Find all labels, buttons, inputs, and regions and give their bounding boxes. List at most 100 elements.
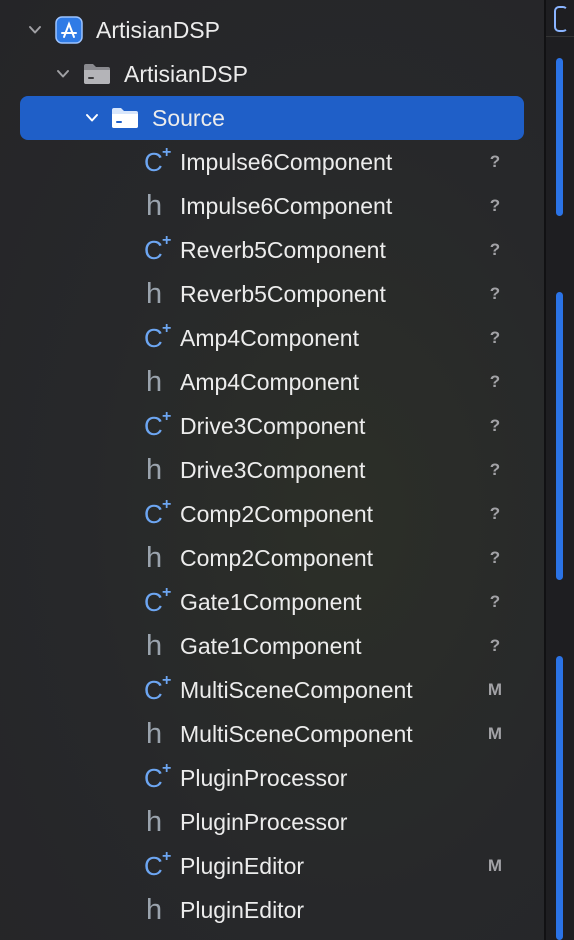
editor-tab-stub[interactable] <box>546 0 574 37</box>
cpp-file-icon: C + <box>144 756 174 800</box>
cpp-glyph: C <box>144 147 163 177</box>
cpp-file-icon: C + <box>144 844 174 888</box>
header-file-icon: h <box>146 894 163 926</box>
cpp-glyph: C <box>144 587 163 617</box>
source-control-status-badge: ? <box>489 416 501 435</box>
cpp-plus-glyph: + <box>162 232 172 249</box>
file-row[interactable]: C + PluginEditor M <box>0 844 544 888</box>
xcode-project-icon <box>55 16 83 44</box>
file-row[interactable]: C + Amp4Component? <box>0 316 544 360</box>
header-file-icon: h <box>146 190 163 222</box>
source-control-status-badge: ? <box>489 196 501 215</box>
file-row[interactable]: C + Impulse6Component? <box>0 140 544 184</box>
cpp-file-icon: C + <box>144 404 174 448</box>
source-control-status-badge: ? <box>489 152 501 171</box>
chevron-down-icon[interactable] <box>84 110 100 126</box>
file-row[interactable]: C + Reverb5Component? <box>0 228 544 272</box>
cpp-glyph: C <box>144 499 163 529</box>
file-name: MultiSceneComponent <box>180 677 413 703</box>
file-name: Reverb5Component <box>180 237 386 263</box>
minimap-change-bar[interactable] <box>556 292 563 580</box>
file-name: PluginProcessor <box>180 809 348 835</box>
file-row[interactable]: h Amp4Component? <box>0 360 544 404</box>
source-control-status-badge: ? <box>489 240 501 259</box>
cpp-file-icon: C + <box>144 140 174 184</box>
file-name: Impulse6Component <box>180 149 393 175</box>
tree-row-source[interactable]: Source <box>0 96 544 140</box>
file-name: PluginProcessor <box>180 765 348 791</box>
header-file-icon: h <box>146 542 163 574</box>
chevron-down-icon[interactable] <box>27 22 43 38</box>
cpp-plus-glyph: + <box>162 584 172 601</box>
file-row[interactable]: h Drive3Component? <box>0 448 544 492</box>
file-row[interactable]: C + Gate1Component? <box>0 580 544 624</box>
cpp-file-icon: C + <box>144 492 174 536</box>
cpp-glyph: C <box>144 411 163 441</box>
cpp-plus-glyph: + <box>162 320 172 337</box>
cpp-plus-glyph: + <box>162 848 172 865</box>
file-row[interactable]: h PluginEditor <box>0 888 544 932</box>
editor-pane-edge <box>546 0 574 940</box>
file-row[interactable]: h Impulse6Component? <box>0 184 544 228</box>
cpp-file-icon: C + <box>144 316 174 360</box>
file-row[interactable]: h Reverb5Component? <box>0 272 544 316</box>
minimap-change-bar[interactable] <box>556 58 563 216</box>
file-row[interactable]: h PluginProcessor <box>0 800 544 844</box>
cpp-plus-glyph: + <box>162 408 172 425</box>
cpp-glyph: C <box>144 235 163 265</box>
file-name: PluginEditor <box>180 897 305 923</box>
file-name: Gate1Component <box>180 633 362 659</box>
source-control-status-badge: ? <box>489 504 501 523</box>
file-name: Drive3Component <box>180 457 366 483</box>
header-file-icon: h <box>146 366 163 398</box>
file-name: Gate1Component <box>180 589 362 615</box>
cpp-plus-glyph: + <box>162 144 172 161</box>
group-label: ArtisianDSP <box>124 61 248 87</box>
file-row[interactable]: C + PluginProcessor <box>0 756 544 800</box>
cpp-plus-glyph: + <box>162 496 172 513</box>
header-file-icon: h <box>146 718 163 750</box>
file-row[interactable]: h MultiSceneComponent M <box>0 712 544 756</box>
source-control-status-badge: M <box>487 724 503 743</box>
cpp-plus-glyph: + <box>162 672 172 689</box>
cpp-glyph: C <box>144 851 163 881</box>
source-control-status-badge: M <box>487 856 503 875</box>
source-control-status-badge: ? <box>489 592 501 611</box>
tree-row-project[interactable]: ArtisianDSP <box>0 8 544 52</box>
minimap-change-bar[interactable] <box>556 656 563 940</box>
file-name: Drive3Component <box>180 413 366 439</box>
tab-edge-icon <box>554 6 568 32</box>
file-name: Amp4Component <box>180 325 359 351</box>
tree-row-group[interactable]: ArtisianDSP <box>0 52 544 96</box>
cpp-file-icon: C + <box>144 580 174 624</box>
file-name: MultiSceneComponent <box>180 721 413 747</box>
chevron-down-icon[interactable] <box>55 66 71 82</box>
file-name: Comp2Component <box>180 545 374 571</box>
cpp-file-icon: C + <box>144 228 174 272</box>
file-row[interactable]: C + MultiSceneComponent M <box>0 668 544 712</box>
source-control-status-badge: ? <box>489 548 501 567</box>
source-control-status-badge: M <box>487 680 503 699</box>
source-control-status-badge: ? <box>489 328 501 347</box>
file-row[interactable]: C + Drive3Component? <box>0 404 544 448</box>
header-file-icon: h <box>146 454 163 486</box>
file-row[interactable]: h Gate1Component? <box>0 624 544 668</box>
cpp-plus-glyph: + <box>162 760 172 777</box>
cpp-glyph: C <box>144 323 163 353</box>
cpp-glyph: C <box>144 675 163 705</box>
source-control-status-badge: ? <box>489 460 501 479</box>
project-navigator: ArtisianDSP ArtisianDSP Source C + Impul… <box>0 0 544 940</box>
folder-icon <box>110 106 140 130</box>
source-control-status-badge: ? <box>489 284 501 303</box>
cpp-glyph: C <box>144 763 163 793</box>
file-name: PluginEditor <box>180 853 305 879</box>
header-file-icon: h <box>146 278 163 310</box>
file-row[interactable]: h Comp2Component? <box>0 536 544 580</box>
project-label: ArtisianDSP <box>96 17 220 43</box>
file-name: Impulse6Component <box>180 193 393 219</box>
file-row[interactable]: C + Comp2Component? <box>0 492 544 536</box>
file-name: Reverb5Component <box>180 281 386 307</box>
file-name: Amp4Component <box>180 369 359 395</box>
folder-icon <box>82 62 112 86</box>
source-control-status-badge: ? <box>489 372 501 391</box>
